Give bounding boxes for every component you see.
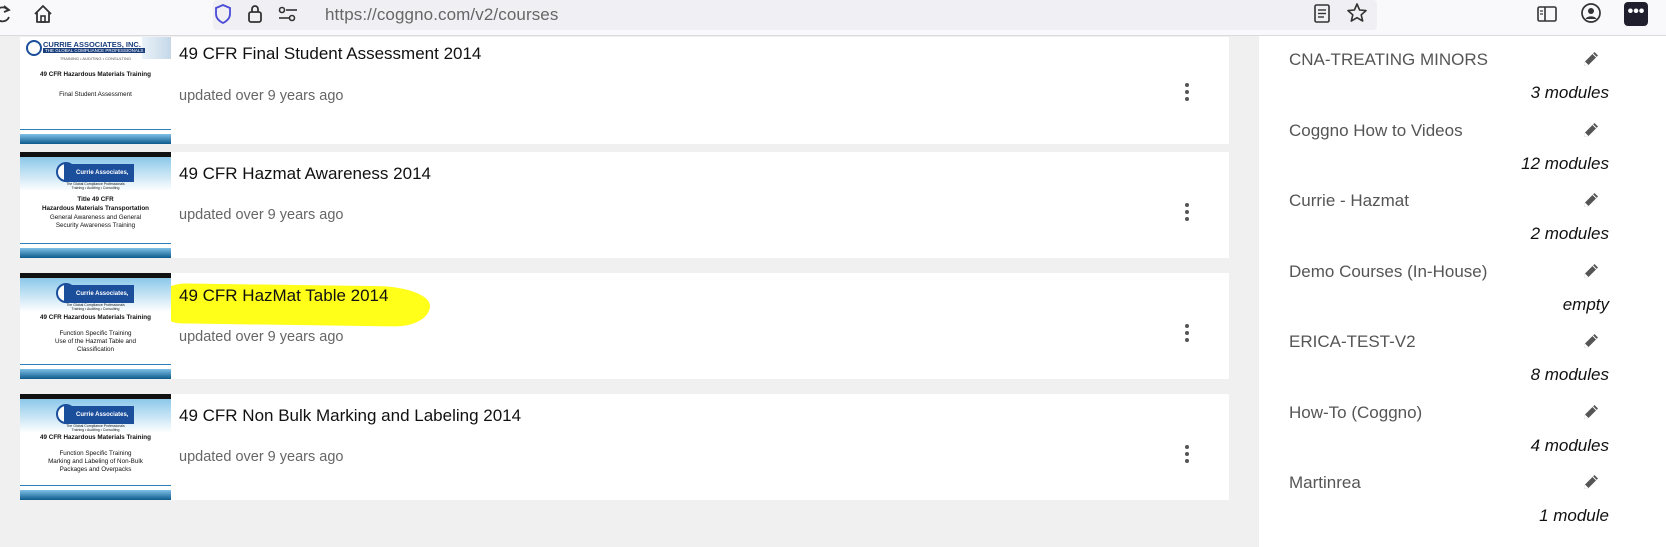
thumbnail-line: Function Specific Training bbox=[59, 330, 132, 337]
thumbnail-line: 49 CFR Hazardous Materials Training bbox=[40, 434, 151, 441]
collection-name[interactable]: How-To (Coggno) bbox=[1289, 403, 1422, 423]
course-title[interactable]: 49 CFR Hazmat Awareness 2014 bbox=[179, 164, 431, 184]
collection-module-count: 8 modules bbox=[1530, 365, 1609, 384]
collection-name[interactable]: Coggno How to Videos bbox=[1289, 121, 1463, 141]
more-options-icon[interactable] bbox=[1182, 445, 1192, 465]
reader-view-icon[interactable] bbox=[1313, 3, 1331, 30]
edit-pencil-icon[interactable] bbox=[1580, 48, 1602, 70]
more-options-icon[interactable] bbox=[1182, 324, 1192, 344]
thumbnail-tagline: Training • Auditing • Consulting bbox=[71, 428, 120, 432]
course-thumbnail[interactable]: Currie Associates, Inc. The Global Compl… bbox=[20, 273, 171, 379]
collection-module-count: 1 module bbox=[1539, 506, 1609, 525]
course-thumbnail[interactable]: Currie Associates, Inc. The Global Compl… bbox=[20, 394, 171, 500]
edit-pencil-icon[interactable] bbox=[1580, 189, 1602, 211]
edit-pencil-icon[interactable] bbox=[1580, 330, 1602, 352]
course-updated-text: updated over 9 years ago bbox=[179, 329, 344, 345]
bookmark-star-icon[interactable] bbox=[1346, 2, 1368, 29]
collection-module-count: 12 modules bbox=[1521, 154, 1609, 173]
thumbnail-line: 49 CFR Hazardous Materials Training bbox=[40, 314, 151, 321]
thumbnail-line: General Awareness and General bbox=[49, 214, 142, 221]
thumbnail-footer-band bbox=[20, 369, 171, 379]
collections-sidebar: CNA-TREATING MINORS 3 modules Coggno How… bbox=[1259, 36, 1666, 547]
course-thumbnail[interactable]: Currie Associates, Inc. The Global Compl… bbox=[20, 152, 171, 258]
reload-icon[interactable] bbox=[0, 4, 12, 29]
course-title[interactable]: 49 CFR Final Student Assessment 2014 bbox=[179, 44, 481, 64]
collection-module-count: 4 modules bbox=[1530, 436, 1609, 455]
collection-module-count: 2 modules bbox=[1530, 224, 1609, 243]
extensions-menu-button[interactable]: ••• bbox=[1624, 2, 1648, 26]
course-title[interactable]: 49 CFR Non Bulk Marking and Labeling 201… bbox=[179, 406, 521, 426]
thumbnail-footer-band bbox=[20, 248, 171, 258]
collection-name[interactable]: Martinrea bbox=[1289, 473, 1361, 493]
sidebar-toggle-icon[interactable] bbox=[1536, 4, 1558, 29]
thumbnail-line: Use of the Hazmat Table and bbox=[54, 338, 137, 345]
course-updated-text: updated over 9 years ago bbox=[179, 207, 344, 223]
url-text[interactable]: https://coggno.com/v2/courses bbox=[325, 5, 558, 25]
collection-module-count: 3 modules bbox=[1530, 83, 1609, 102]
thumbnail-line: Final Student Assessment bbox=[59, 91, 132, 98]
course-thumbnail[interactable]: CURRIE ASSOCIATES, INC. THE GLOBAL COMPL… bbox=[20, 37, 171, 144]
course-card[interactable]: Currie Associates, Inc. The Global Compl… bbox=[20, 394, 1229, 500]
collection-name[interactable]: Currie - Hazmat bbox=[1289, 191, 1409, 211]
thumbnail-line: Function Specific Training bbox=[59, 450, 132, 457]
tracking-protection-icon[interactable] bbox=[213, 3, 233, 30]
thumbnail-line: 49 CFR Hazardous Materials Training bbox=[40, 71, 151, 78]
edit-pencil-icon[interactable] bbox=[1580, 260, 1602, 282]
course-title[interactable]: 49 CFR HazMat Table 2014 bbox=[179, 286, 388, 306]
collection-name[interactable]: ERICA-TEST-V2 bbox=[1289, 332, 1416, 352]
course-updated-text: updated over 9 years ago bbox=[179, 88, 344, 104]
edit-pencil-icon[interactable] bbox=[1580, 401, 1602, 423]
thumbnail-tagline: Training • Auditing • Consulting bbox=[71, 307, 120, 311]
thumbnail-logo-text: Currie Associates, Inc. bbox=[64, 285, 134, 315]
collection-name[interactable]: Demo Courses (In-House) bbox=[1289, 262, 1487, 282]
browser-toolbar: https://coggno.com/v2/courses ••• bbox=[0, 0, 1666, 36]
course-updated-text: updated over 9 years ago bbox=[179, 449, 344, 465]
thumbnail-line: Classification bbox=[76, 346, 115, 353]
thumbnail-line: Hazardous Materials Transportation bbox=[41, 205, 150, 212]
thumbnail-tagline: Training • Auditing • Consulting bbox=[71, 186, 120, 190]
thumbnail-logo-text: Currie Associates, Inc. bbox=[64, 406, 134, 436]
thumbnail-footer-band bbox=[20, 490, 171, 500]
more-options-icon[interactable] bbox=[1182, 203, 1192, 223]
thumbnail-logo-subtitle: THE GLOBAL COMPLIANCE PROFESSIONALS bbox=[43, 48, 146, 53]
thumbnail-line: Marking and Labeling of Non-Bulk bbox=[48, 458, 143, 465]
thumbnail-line: Title 49 CFR bbox=[77, 196, 114, 203]
more-options-icon[interactable] bbox=[1182, 83, 1192, 103]
lock-icon[interactable] bbox=[245, 2, 265, 29]
home-icon[interactable] bbox=[32, 3, 54, 30]
course-card[interactable]: CURRIE ASSOCIATES, INC. THE GLOBAL COMPL… bbox=[20, 37, 1229, 144]
edit-pencil-icon[interactable] bbox=[1580, 119, 1602, 141]
thumbnail-line: Security Awareness Training bbox=[55, 222, 136, 229]
course-card[interactable]: Currie Associates, Inc. The Global Compl… bbox=[20, 152, 1229, 258]
thumbnail-footer-band bbox=[20, 134, 171, 144]
thumbnail-line: Packages and Overpacks bbox=[59, 466, 132, 473]
thumbnail-tagline: TRAINING • AUDITING • CONSULTING bbox=[59, 56, 132, 61]
thumbnail-logo-text: Currie Associates, Inc. bbox=[64, 164, 134, 194]
collection-module-count: empty bbox=[1562, 295, 1609, 314]
address-bar[interactable]: https://coggno.com/v2/courses bbox=[213, 0, 1377, 30]
edit-pencil-icon[interactable] bbox=[1580, 471, 1602, 493]
account-icon[interactable] bbox=[1580, 2, 1602, 29]
course-card[interactable]: Currie Associates, Inc. The Global Compl… bbox=[20, 273, 1229, 379]
permissions-icon[interactable] bbox=[277, 4, 299, 29]
collection-name[interactable]: CNA-TREATING MINORS bbox=[1289, 50, 1488, 70]
logo-mark-icon bbox=[26, 40, 42, 56]
